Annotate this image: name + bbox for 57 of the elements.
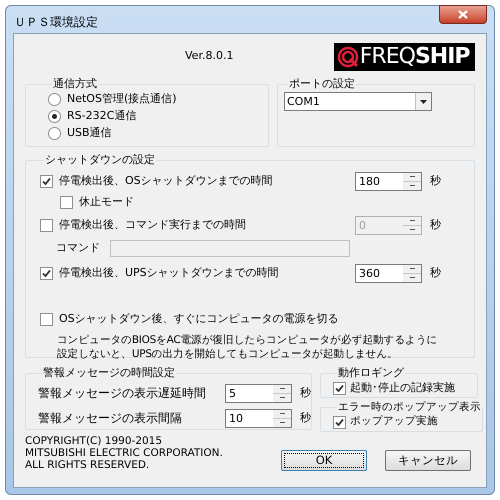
group-title: 警報メッセージの時間設定 [42,366,176,380]
radio-label: RS-232C通信 [67,108,136,124]
dialog-button[interactable]: キャンセル [385,450,471,471]
unit-label: 秒 [300,410,311,426]
port-dropdown[interactable]: COM1 [284,92,432,111]
checkmark-icon [42,268,51,278]
spin-field[interactable]: 10 [225,408,292,428]
copyright-text: COPYRIGHT(C) 1990-2015 MITSUBISHI ELECTRIC CORPORATION. ALL RIGHTS RESERVED. [25,435,224,471]
option-label: 停電検出後、OSシャットダウンまでの時間 [59,172,274,189]
radio-label: NetOS管理(接点通信) [67,91,177,108]
version-text: Ver.8.0.1 [185,48,234,64]
group-title: 動作ロギング [337,366,405,380]
checkmark-icon [335,418,344,426]
unit-label: 秒 [430,172,441,189]
option-label: ポップアップ実施 [350,414,438,430]
checkbox[interactable] [40,312,53,326]
option-label: 停電検出後、コマンド実行までの時間 [59,216,247,233]
close-icon [458,10,468,19]
spin-arrows-icon[interactable] [273,384,291,402]
spin-field[interactable]: 5 [225,384,292,402]
group-title: ポートの設定 [288,77,356,91]
option-label: OSシャットダウン後、すぐにコンピュータの電源を切る [59,310,339,327]
checkmark-icon [335,384,344,392]
checkbox[interactable] [40,174,53,188]
radio-button[interactable] [48,110,61,123]
setting-label: 警報メッセージの表示間隔 [38,410,183,427]
radio-button[interactable] [48,127,61,140]
spin-arrows-icon[interactable] [273,410,291,426]
spin-field[interactable]: 180 [355,172,422,190]
logo-text: FREQSHIP [360,46,470,68]
target-icon [336,46,359,68]
field-label: コマンド [56,240,101,256]
dialog-button[interactable]: OK [281,450,367,471]
unit-label: 秒 [430,216,441,233]
group-title: 通信方式 [52,77,98,91]
spin-arrows-icon[interactable] [403,172,421,190]
option-label: 起動･停止の記録実施 [350,380,455,396]
note-line: 設定しないと、UPSの出力を開始してもコンピュータが起動しません。 [57,347,398,361]
option-label: 停電検出後、UPSシャットダウンまでの時間 [59,264,280,281]
checkbox[interactable] [60,196,73,208]
checkbox[interactable] [333,416,346,428]
window-title: ＵＰＳ環境設定 [14,14,99,31]
radio-button[interactable] [48,93,61,106]
unit-label: 秒 [300,384,311,401]
checkbox[interactable] [40,266,53,280]
option-label: 休止モード [79,194,134,210]
spin-arrows-icon[interactable] [403,264,421,282]
group-title: シャットダウンの設定 [44,153,156,167]
close-button[interactable] [439,5,487,24]
radio-label: USB通信 [67,125,112,142]
checkmark-icon [42,176,51,186]
group-title: エラー時のポップアップ表示 [337,400,482,414]
unit-label: 秒 [430,264,441,281]
spin-field[interactable]: 360 [355,264,422,282]
setting-label: 警報メッセージの表示遅延時間 [38,385,207,402]
note-line: コンピュータのBIOSをAC電源が復旧したらコンピュータが必ず起動するように [57,333,438,347]
checkbox[interactable] [333,382,346,394]
